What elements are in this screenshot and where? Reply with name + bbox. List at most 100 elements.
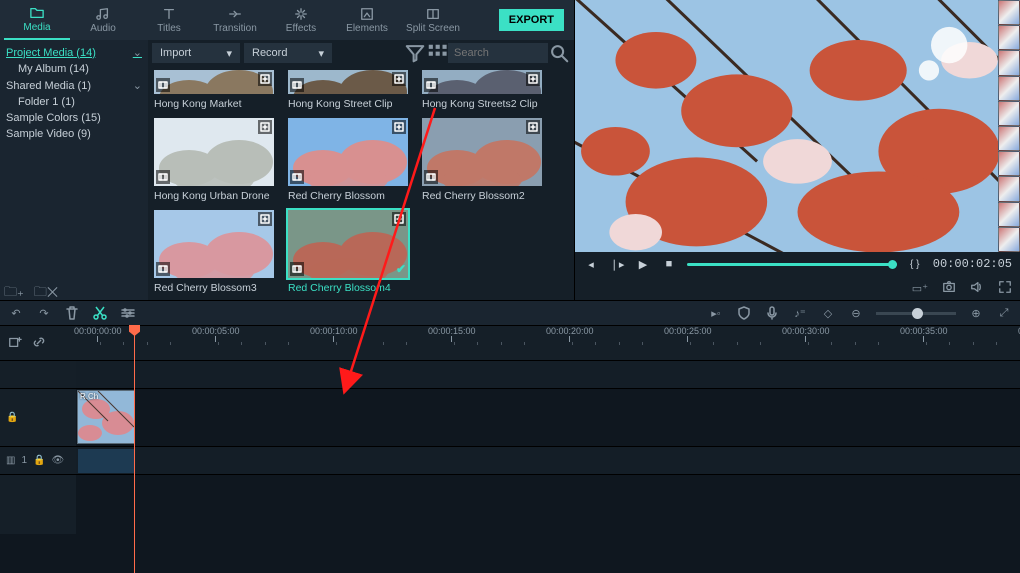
- tab-titles[interactable]: Titles: [136, 0, 202, 40]
- tree-item[interactable]: Shared Media (1)⌄: [0, 77, 148, 94]
- timeline-clip[interactable]: R.Ch: [78, 391, 134, 443]
- ruler-tick: 00:00:10:00: [310, 326, 358, 342]
- add-to-timeline-icon[interactable]: [526, 120, 540, 134]
- zoom-in-icon[interactable]: ⊕: [968, 305, 984, 321]
- track-head-spacer: [0, 361, 76, 388]
- grid-view-icon[interactable]: [426, 42, 448, 64]
- sparkle-icon: [294, 7, 308, 21]
- track-spacer[interactable]: [76, 361, 1020, 388]
- zoom-out-icon[interactable]: ⊖: [848, 305, 864, 321]
- search-icon[interactable]: [548, 42, 570, 64]
- search-input[interactable]: [448, 43, 548, 63]
- track-number: 1: [21, 455, 27, 466]
- snapshot-icon[interactable]: [942, 280, 956, 297]
- add-to-timeline-icon[interactable]: [258, 120, 272, 134]
- ruler-tick: 00:00:15:00: [428, 326, 476, 342]
- keyframe-icon[interactable]: ◇: [820, 305, 836, 321]
- tab-effects[interactable]: Effects: [268, 0, 334, 40]
- loop-markers-icon[interactable]: { }: [907, 256, 923, 272]
- audio-track[interactable]: [76, 447, 1020, 474]
- track-mute-icon[interactable]: 🔒: [6, 412, 18, 423]
- tree-item[interactable]: Sample Video (9): [0, 126, 148, 142]
- tab-elements[interactable]: Elements: [334, 0, 400, 40]
- media-thumbnail[interactable]: Hong Kong Streets2 Clip: [422, 70, 542, 110]
- clip-type-icon: [290, 170, 304, 184]
- add-marker-icon[interactable]: [8, 335, 22, 352]
- media-thumbnail[interactable]: Hong Kong Urban Drone: [154, 118, 274, 202]
- timeline: 00:00:00:0000:00:05:0000:00:10:0000:00:1…: [0, 326, 1020, 573]
- quality-icon[interactable]: ▭⁺: [912, 282, 928, 295]
- add-to-timeline-icon[interactable]: [526, 72, 540, 86]
- time-ruler[interactable]: 00:00:00:0000:00:05:0000:00:10:0000:00:1…: [76, 326, 1020, 360]
- filter-icon[interactable]: [404, 42, 426, 64]
- timeline-toolbar: ↶ ↷ ▸◦ ♪⁼ ◇ ⊖ ⊕ ⤢: [0, 300, 1020, 326]
- zoom-fit-icon[interactable]: ⤢: [996, 305, 1012, 321]
- transition-icon: [228, 7, 242, 21]
- elements-icon: [360, 7, 374, 21]
- track-toggle-icon[interactable]: ▥: [6, 455, 15, 466]
- voiceover-icon[interactable]: [764, 305, 780, 321]
- media-thumbnail[interactable]: Hong Kong Street Clip: [288, 70, 408, 110]
- media-thumbnail[interactable]: Hong Kong Market: [154, 70, 274, 110]
- redo-button[interactable]: ↷: [36, 305, 52, 321]
- tab-split-screen[interactable]: Split Screen: [400, 0, 466, 40]
- zoom-slider[interactable]: [876, 312, 956, 315]
- prev-frame-button[interactable]: ◂: [583, 256, 599, 272]
- music-icon: [96, 7, 110, 21]
- media-thumbnail[interactable]: Red Cherry Blossom2: [422, 118, 542, 202]
- preview-video[interactable]: [575, 0, 1020, 252]
- tree-item[interactable]: Project Media (14)⌄: [0, 44, 148, 61]
- tab-split-label: Split Screen: [406, 23, 460, 34]
- tab-transition[interactable]: Transition: [202, 0, 268, 40]
- track-lock-icon[interactable]: 🔒: [33, 455, 45, 466]
- delete-button[interactable]: [64, 305, 80, 321]
- export-button[interactable]: EXPORT: [499, 9, 564, 31]
- play-button[interactable]: ▶: [635, 256, 651, 272]
- split-clip-button[interactable]: [92, 305, 108, 321]
- marker-shield-icon[interactable]: [736, 305, 752, 321]
- audio-mixer-icon[interactable]: ♪⁼: [792, 305, 808, 321]
- stop-button[interactable]: ■: [661, 256, 677, 272]
- record-dropdown[interactable]: Record ▾: [244, 43, 332, 63]
- check-icon: ✔: [396, 262, 406, 276]
- volume-icon[interactable]: [970, 280, 984, 297]
- add-to-timeline-icon[interactable]: [392, 120, 406, 134]
- fullscreen-icon[interactable]: [998, 280, 1012, 297]
- edit-tools-icon[interactable]: [120, 305, 136, 321]
- audio-clip[interactable]: [78, 449, 134, 473]
- tree-item[interactable]: My Album (14): [0, 61, 148, 77]
- playback-slider[interactable]: [687, 263, 897, 266]
- media-thumbnail[interactable]: ✔Red Cherry Blossom4: [288, 210, 408, 294]
- tree-item[interactable]: Sample Colors (15): [0, 110, 148, 126]
- link-icon[interactable]: [32, 335, 46, 352]
- step-back-button[interactable]: ❘▸: [609, 256, 625, 272]
- main-tabs: Media Audio Titles Transition Effects El…: [0, 0, 574, 40]
- tab-audio[interactable]: Audio: [70, 0, 136, 40]
- undo-button[interactable]: ↶: [8, 305, 24, 321]
- chevron-down-icon: ▾: [226, 47, 232, 60]
- thumbnail-caption: Hong Kong Market: [154, 98, 274, 110]
- media-thumbnail[interactable]: Red Cherry Blossom3: [154, 210, 274, 294]
- add-to-timeline-icon[interactable]: [392, 72, 406, 86]
- preview-panel: ◂ ❘▸ ▶ ■ { } 00:00:02:05 ▭⁺: [575, 0, 1020, 300]
- track-visibility-icon[interactable]: 👁: [51, 455, 64, 466]
- delete-folder-icon[interactable]: 🗀✕: [34, 283, 58, 305]
- ruler-tick: 00:00:25:00: [664, 326, 712, 342]
- render-icon[interactable]: ▸◦: [708, 305, 724, 321]
- import-dropdown[interactable]: Import ▾: [152, 43, 240, 63]
- chevron-down-icon: ⌄: [133, 46, 142, 59]
- video-track[interactable]: R.Ch: [76, 389, 1020, 446]
- playhead[interactable]: [134, 326, 135, 573]
- add-to-timeline-icon[interactable]: [258, 72, 272, 86]
- tab-media[interactable]: Media: [4, 0, 70, 40]
- folder-icon: [30, 6, 44, 20]
- media-thumbnail[interactable]: Red Cherry Blossom: [288, 118, 408, 202]
- new-folder-icon[interactable]: 🗀₊: [4, 283, 24, 305]
- empty-track[interactable]: [76, 475, 1020, 534]
- add-to-timeline-icon[interactable]: [258, 212, 272, 226]
- audio-track-head: ▥ 1 🔒 👁: [0, 447, 76, 474]
- media-tree: Project Media (14)⌄My Album (14)Shared M…: [0, 40, 148, 300]
- add-to-timeline-icon[interactable]: [392, 212, 406, 226]
- empty-track-head: [0, 475, 76, 534]
- tree-item[interactable]: Folder 1 (1): [0, 94, 148, 110]
